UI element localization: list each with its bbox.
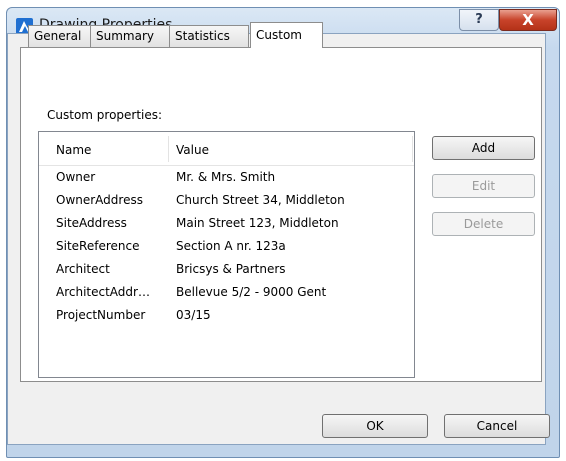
ok-button[interactable]: OK bbox=[322, 414, 428, 438]
list-header: Name Value bbox=[39, 132, 414, 166]
list-item[interactable]: Architect Bricsys & Partners bbox=[39, 258, 414, 281]
add-button[interactable]: Add bbox=[432, 136, 535, 160]
close-icon: X bbox=[522, 11, 534, 29]
tab-custom[interactable]: Custom bbox=[250, 22, 323, 48]
list-item[interactable]: OwnerAddress Church Street 34, Middleton bbox=[39, 189, 414, 212]
property-value: Mr. & Mrs. Smith bbox=[176, 170, 276, 184]
custom-properties-list[interactable]: Name Value Owner Mr. & Mrs. Smith OwnerA… bbox=[38, 131, 415, 378]
list-item[interactable]: ArchitectAddr… Bellevue 5/2 - 9000 Gent bbox=[39, 281, 414, 304]
help-button[interactable]: ? bbox=[459, 9, 499, 31]
property-name: Architect bbox=[56, 262, 110, 276]
close-button[interactable]: X bbox=[499, 9, 557, 31]
custom-properties-label: Custom properties: bbox=[47, 108, 163, 122]
property-value: Bricsys & Partners bbox=[176, 262, 286, 276]
property-value: Bellevue 5/2 - 9000 Gent bbox=[176, 285, 327, 299]
property-name: ProjectNumber bbox=[56, 308, 146, 322]
property-name: SiteAddress bbox=[56, 216, 127, 230]
column-divider[interactable] bbox=[168, 136, 169, 162]
property-name: OwnerAddress bbox=[56, 193, 143, 207]
column-divider[interactable] bbox=[412, 136, 413, 162]
edit-button[interactable]: Edit bbox=[432, 174, 535, 198]
delete-button[interactable]: Delete bbox=[432, 212, 535, 236]
list-item[interactable]: Owner Mr. & Mrs. Smith bbox=[39, 166, 414, 189]
list-item[interactable]: SiteReference Section A nr. 123a bbox=[39, 235, 414, 258]
column-header-value[interactable]: Value bbox=[176, 132, 209, 165]
cancel-button[interactable]: Cancel bbox=[444, 414, 550, 438]
property-value: Church Street 34, Middleton bbox=[176, 193, 345, 207]
tab-summary[interactable]: Summary bbox=[90, 25, 170, 47]
property-name: Owner bbox=[56, 170, 96, 184]
property-value: Main Street 123, Middleton bbox=[176, 216, 339, 230]
tab-general[interactable]: General bbox=[28, 25, 91, 47]
list-item[interactable]: ProjectNumber 03/15 bbox=[39, 304, 414, 327]
property-value: Section A nr. 123a bbox=[176, 239, 286, 253]
list-item[interactable]: SiteAddress Main Street 123, Middleton bbox=[39, 212, 414, 235]
tab-statistics[interactable]: Statistics bbox=[169, 25, 249, 47]
column-header-name[interactable]: Name bbox=[56, 132, 91, 165]
help-icon: ? bbox=[475, 12, 483, 27]
property-name: ArchitectAddr… bbox=[56, 285, 150, 299]
property-value: 03/15 bbox=[176, 308, 211, 322]
property-name: SiteReference bbox=[56, 239, 140, 253]
